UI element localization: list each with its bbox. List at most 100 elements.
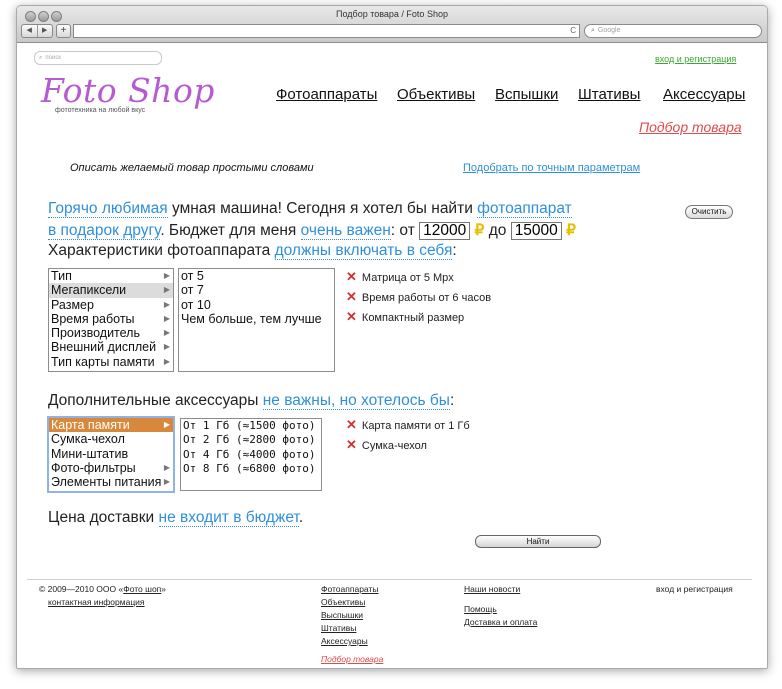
- list-item-selected[interactable]: Карта памяти ▶: [49, 418, 173, 433]
- mode-exact-link[interactable]: Подобрать по точным параметрам: [463, 162, 640, 174]
- list-item[interactable]: Чем больше, тем лучше: [179, 312, 334, 326]
- list-item-label: Тип: [51, 269, 72, 283]
- characteristic-category-list[interactable]: Тип ▶ Мегапиксели ▶ Размер ▶ Время работы ▶ …: [48, 268, 174, 372]
- logo[interactable]: Foto Shop: [41, 71, 215, 110]
- footer-copyright: © 2009—2010 ООО «Фото шоп»: [39, 584, 166, 594]
- list-item[interactable]: Производитель ▶: [49, 326, 173, 340]
- list-item-selected[interactable]: Мегапиксели ▶: [49, 283, 173, 298]
- footer-nav-cameras[interactable]: Фотоаппараты: [321, 584, 378, 594]
- list-item-label: Мини-штатив: [51, 446, 129, 461]
- browser-window: Подбор товара / Foto Shop ◀ ▶ + C ⌕ Googl…: [16, 5, 768, 669]
- company-link[interactable]: Фото шоп: [123, 584, 161, 594]
- budget-importance-option[interactable]: очень важен: [300, 222, 391, 240]
- nav-flashes[interactable]: Вспышки: [495, 86, 558, 103]
- list-item-label: Мегапиксели: [51, 283, 127, 298]
- footer-podbor-link[interactable]: Подбор товара: [321, 654, 383, 664]
- list-item-label: Размер: [51, 297, 94, 312]
- sentence-text: .: [298, 509, 304, 526]
- list-item[interactable]: Тип ▶: [49, 269, 173, 283]
- chosen-characteristic: ✕ Время работы от 6 часов: [346, 289, 491, 305]
- remove-icon[interactable]: ✕: [346, 289, 357, 304]
- clear-button[interactable]: Очистить: [685, 205, 733, 219]
- list-item[interactable]: Фото-фильтры ▶: [49, 461, 173, 475]
- chosen-label: Сумка-чехол: [361, 440, 427, 452]
- list-item[interactable]: от 7: [179, 283, 334, 297]
- list-item[interactable]: Элементы питания ▶: [49, 475, 173, 489]
- copyright-end: »: [161, 584, 167, 594]
- sentence-text: до: [484, 222, 511, 239]
- list-item[interactable]: Сумка-чехол: [49, 432, 173, 446]
- include-option[interactable]: должны включать в себя: [274, 242, 453, 260]
- reload-icon[interactable]: C: [570, 25, 576, 37]
- list-item[interactable]: От 2 Гб (≈2800 фото): [181, 433, 321, 447]
- nav-tripods[interactable]: Штативы: [578, 86, 640, 103]
- accessories-importance-option[interactable]: не важны, но хотелось бы: [262, 392, 450, 410]
- footer-login-link[interactable]: вход и регистрация: [656, 584, 733, 594]
- list-item[interactable]: Время работы ▶: [49, 312, 173, 326]
- footer-nav-flashes[interactable]: Выспышки: [321, 610, 363, 620]
- nav-cameras[interactable]: Фотоаппараты: [276, 86, 377, 103]
- sentence-text: Цена доставки: [48, 509, 159, 526]
- list-item-label: Карта памяти: [51, 418, 130, 432]
- remove-icon[interactable]: ✕: [346, 269, 357, 284]
- address-bar[interactable]: C: [73, 24, 580, 38]
- site-search-input[interactable]: ⌕ поиск: [34, 51, 162, 65]
- footer-nav-lenses[interactable]: Объективы: [321, 597, 365, 607]
- list-item-label: Время работы: [51, 311, 135, 326]
- delivery-option[interactable]: не входит в бюджет: [158, 509, 299, 527]
- list-item-label: Производитель: [51, 326, 140, 341]
- find-button[interactable]: Найти: [475, 535, 601, 548]
- back-arrow-icon[interactable]: ◀: [22, 25, 38, 37]
- chevron-right-icon: ▶: [163, 285, 170, 295]
- chosen-label: Компактный размер: [361, 312, 465, 324]
- list-item[interactable]: от 10: [179, 298, 334, 312]
- podbor-link[interactable]: Подбор товара: [639, 119, 742, 135]
- browser-search-placeholder: Google: [597, 27, 621, 34]
- chosen-accessory: ✕ Сумка-чехол: [346, 437, 427, 453]
- tagline: фототехника на любой вкус: [55, 107, 146, 114]
- list-item-label: Внешний дисплей: [51, 340, 157, 355]
- list-item[interactable]: Мини-штатив: [49, 447, 173, 461]
- forward-arrow-icon[interactable]: ▶: [38, 25, 53, 37]
- list-item-label: Сумка-чехол: [51, 432, 125, 447]
- list-item[interactable]: От 8 Гб (≈6800 фото): [181, 462, 321, 476]
- login-link[interactable]: вход и регистрация: [655, 54, 736, 64]
- remove-icon[interactable]: ✕: [346, 417, 357, 432]
- sentence-text: : от: [390, 222, 420, 239]
- list-item[interactable]: Размер ▶: [49, 298, 173, 312]
- footer-help-link[interactable]: Помощь: [464, 604, 497, 614]
- footer-contacts-link[interactable]: контактная информация: [48, 597, 145, 607]
- nav-lenses[interactable]: Объективы: [397, 86, 475, 103]
- copyright-text: © 2009—2010 ООО «: [39, 584, 124, 594]
- purpose-option[interactable]: в подарок другу: [48, 222, 161, 240]
- footer-nav-tripods[interactable]: Штативы: [321, 623, 356, 633]
- mode-describe[interactable]: Описать желаемый товар простыми словами: [70, 162, 314, 174]
- accessory-category-list[interactable]: Карта памяти ▶ Сумка-чехол Мини-штатив Фо…: [47, 416, 175, 493]
- word-option-beloved[interactable]: Горячо любимая: [48, 200, 168, 218]
- chosen-label: Карта памяти от 1 Гб: [361, 420, 470, 432]
- footer-news-link[interactable]: Наши новости: [464, 584, 520, 594]
- accessory-value-list[interactable]: От 1 Гб (≈1500 фото) От 2 Гб (≈2800 фото…: [180, 418, 322, 491]
- list-item[interactable]: От 4 Гб (≈4000 фото): [181, 448, 321, 462]
- chevron-right-icon: ▶: [163, 313, 170, 323]
- list-item[interactable]: От 1 Гб (≈1500 фото): [181, 419, 321, 433]
- budget-from-input[interactable]: 12000: [419, 222, 471, 240]
- product-option[interactable]: фотоаппарат: [477, 200, 572, 218]
- new-tab-button[interactable]: +: [56, 24, 71, 38]
- chevron-right-icon: ▶: [163, 420, 170, 429]
- footer-delivery-link[interactable]: Доставка и оплата: [464, 617, 537, 627]
- chevron-right-icon: ▶: [163, 328, 170, 338]
- browser-search-field[interactable]: ⌕ Google: [584, 24, 762, 38]
- budget-to-input[interactable]: 15000: [510, 222, 562, 240]
- magnifier-icon: ⌕: [591, 27, 595, 34]
- remove-icon[interactable]: ✕: [346, 309, 357, 324]
- list-item[interactable]: Тип карты памяти ▶: [49, 355, 173, 369]
- footer-nav-accessories[interactable]: Аксессуары: [321, 636, 368, 646]
- list-item[interactable]: от 5: [179, 269, 334, 283]
- list-item[interactable]: Внешний дисплей ▶: [49, 340, 173, 354]
- nav-accessories[interactable]: Аксессуары: [663, 86, 745, 103]
- chosen-label: Матрица от 5 Mpx: [361, 272, 454, 284]
- remove-icon[interactable]: ✕: [346, 437, 357, 452]
- characteristic-value-list[interactable]: от 5 от 7 от 10 Чем больше, тем лучше: [178, 268, 335, 372]
- sentence-text: умная машина! Сегодня я хотел бы найти: [167, 200, 478, 217]
